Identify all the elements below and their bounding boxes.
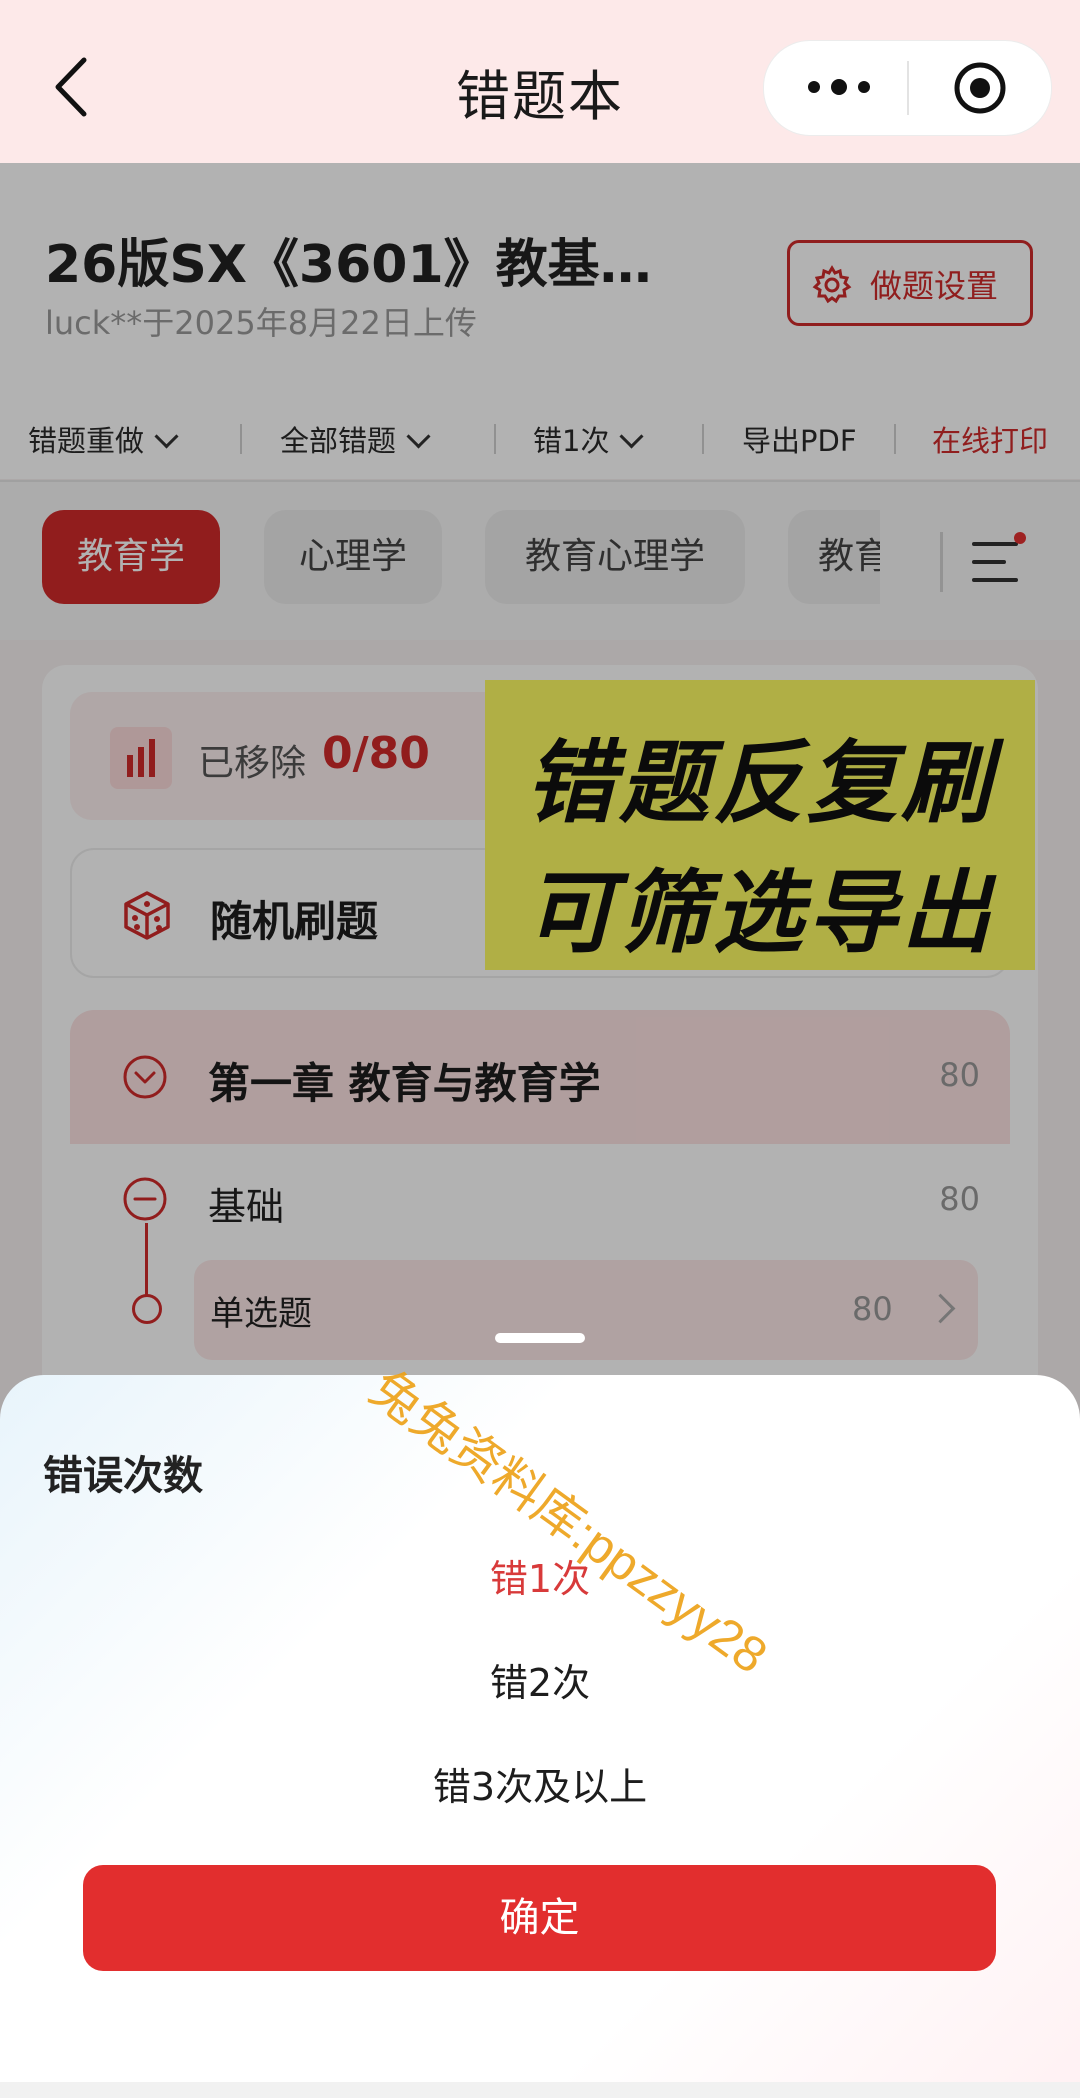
mini-program-capsule xyxy=(763,40,1052,136)
confirm-button[interactable]: 确定 xyxy=(83,1865,996,1971)
sheet-title: 错误次数 xyxy=(43,1453,203,1499)
option-error-3-plus[interactable]: 错3次及以上 xyxy=(0,1756,1080,1811)
capsule-divider xyxy=(907,61,909,115)
option-error-1[interactable]: 错1次 xyxy=(0,1548,1080,1603)
top-nav: 错题本 xyxy=(0,0,1080,163)
sheet-drag-handle[interactable] xyxy=(495,1333,585,1343)
close-target-icon[interactable] xyxy=(950,58,1010,118)
bottom-safe-area xyxy=(0,2082,1080,2098)
more-icon[interactable] xyxy=(804,69,874,105)
option-error-2[interactable]: 错2次 xyxy=(0,1652,1080,1707)
